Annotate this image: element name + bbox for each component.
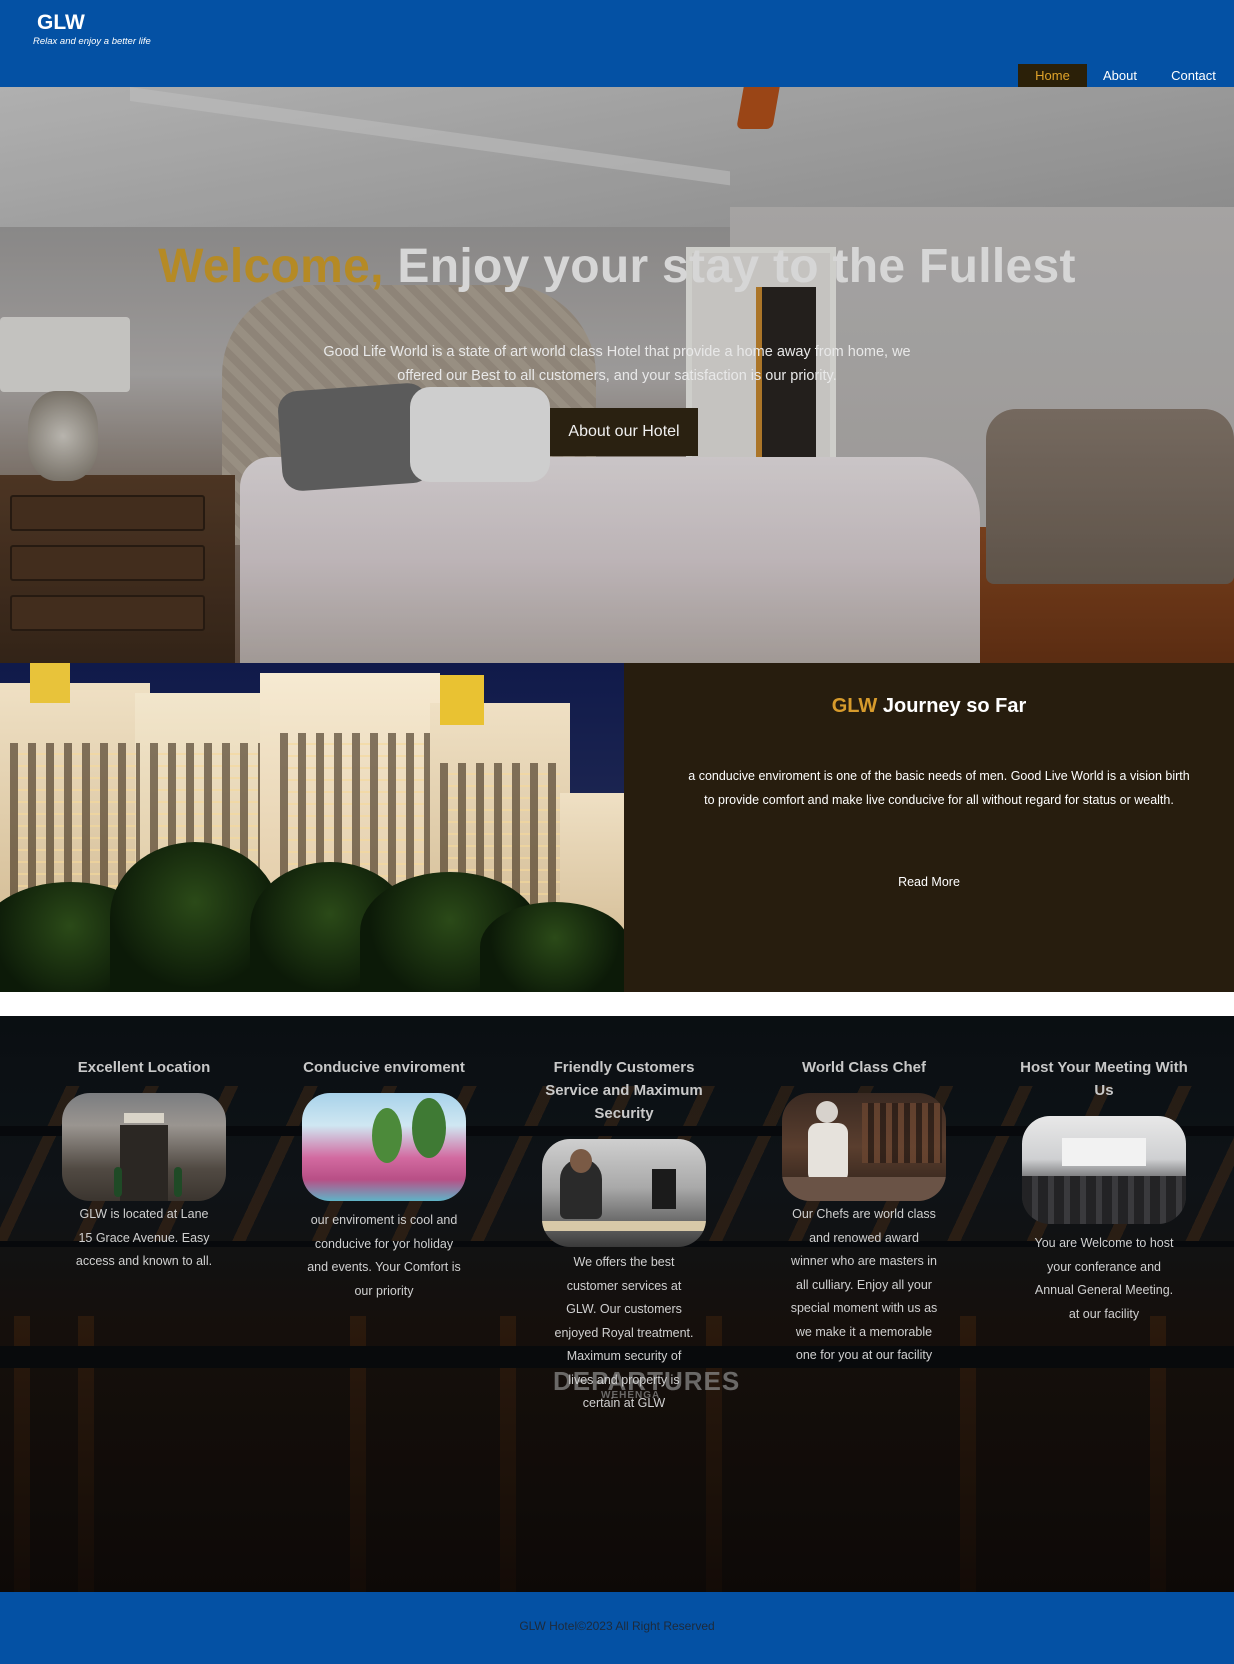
pool-area-image (302, 1093, 466, 1201)
journey-title-rest: Journey so Far (877, 695, 1027, 717)
about-hotel-button[interactable]: About our Hotel (550, 408, 698, 456)
features-section: DEPARTURES WEHENGA Excellent Location GL… (0, 1016, 1234, 1592)
feature-text: GLW is located at Lane 15 Grace Avenue. … (75, 1207, 213, 1268)
read-more-link[interactable]: Read More (624, 875, 1234, 889)
site-footer: GLW Hotel©2023 All Right Reserved (0, 1592, 1234, 1664)
brand[interactable]: GLW Relax and enjoy a better life (33, 11, 151, 47)
journey-title: GLW Journey so Far (624, 695, 1234, 718)
feature-text: Our Chefs are world class and renowed aw… (790, 1207, 938, 1362)
journey-text: a conducive enviroment is one of the bas… (688, 769, 1190, 807)
hero-title: Welcome, Enjoy your stay to the Fullest (0, 239, 1234, 294)
journey-title-accent: GLW (831, 695, 878, 717)
feature-meeting: Host Your Meeting With Us You are Welcom… (1014, 1056, 1194, 1326)
feature-text: We offers the best customer services at … (554, 1255, 694, 1410)
customer-service-image (542, 1139, 706, 1247)
feature-title: World Class Chef (802, 1059, 926, 1076)
feature-chef: World Class Chef Our Chefs are world cla… (774, 1056, 954, 1368)
hero-title-accent: Welcome, (158, 240, 384, 293)
site-header: GLW Relax and enjoy a better life Home A… (0, 0, 1234, 87)
nav-contact[interactable]: Contact (1153, 64, 1234, 87)
feature-title: Excellent Location (77, 1059, 211, 1076)
feature-service-security: Friendly Customers Service and Maximum S… (534, 1056, 714, 1416)
feature-environment: Conducive enviroment our enviroment is c… (294, 1056, 474, 1303)
hero-section: Welcome, Enjoy your stay to the Fullest … (0, 87, 1234, 663)
journey-panel: GLW Journey so Far a conducive enviromen… (624, 663, 1234, 992)
brand-tagline: Relax and enjoy a better life (33, 36, 151, 47)
chef-image (782, 1093, 946, 1201)
nav-about[interactable]: About (1087, 64, 1153, 87)
feature-text: You are Welcome to host your conferance … (1034, 1236, 1174, 1321)
conference-room-image (1022, 1116, 1186, 1224)
feature-text: our enviroment is cool and conducive for… (307, 1213, 461, 1298)
feature-title: Conducive enviroment (303, 1059, 465, 1076)
nav-home[interactable]: Home (1018, 64, 1087, 87)
footer-copyright: GLW Hotel©2023 All Right Reserved (519, 1619, 715, 1633)
feature-location: Excellent Location GLW is located at Lan… (54, 1056, 234, 1274)
hero-description: Good Life World is a state of art world … (323, 344, 911, 384)
feature-title: Friendly Customers Service and Maximum S… (545, 1059, 703, 1122)
main-nav: Home About Contact (1018, 64, 1234, 87)
hotel-building-image (0, 663, 624, 992)
hotel-entrance-image (62, 1093, 226, 1201)
journey-section: GLW Journey so Far a conducive enviromen… (0, 663, 1234, 992)
feature-title: Host Your Meeting With Us (1020, 1059, 1188, 1099)
hero-title-rest: Enjoy your stay to the Fullest (383, 240, 1076, 293)
brand-name[interactable]: GLW (37, 11, 151, 35)
